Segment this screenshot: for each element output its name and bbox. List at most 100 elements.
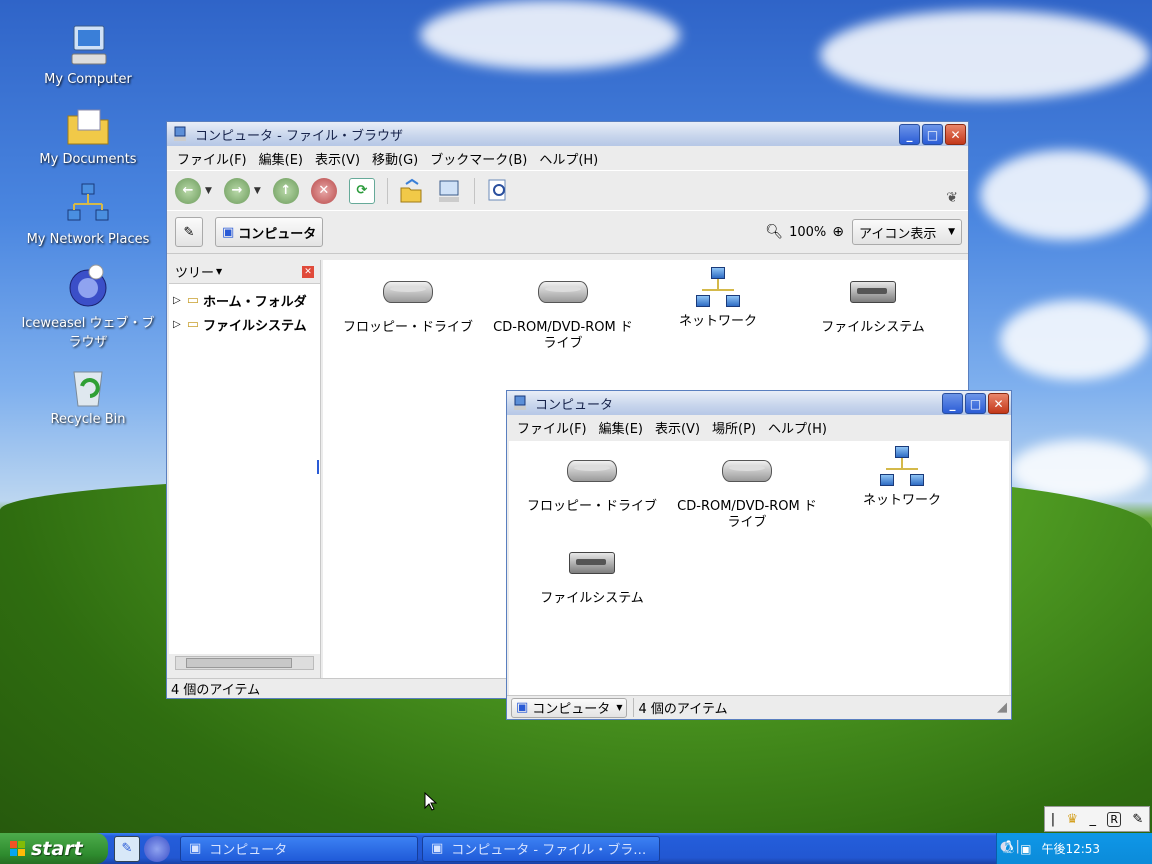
file-item-filesystem[interactable]: ファイルシステム	[517, 541, 667, 607]
registered-icon[interactable]: R	[1107, 811, 1122, 827]
location-label: コンピュータ	[532, 702, 611, 717]
menu-file[interactable]: ファイル(F)	[171, 149, 253, 168]
menu-go[interactable]: 移動(G)	[366, 149, 424, 168]
windows-logo-icon	[10, 841, 25, 856]
toolbar-separator	[473, 177, 475, 204]
zoom-out-icon[interactable]: 🔍︎	[765, 224, 783, 240]
file-item-cdrom[interactable]: CD-ROM/DVD-ROM ドライブ	[488, 270, 638, 352]
sidebar-close-icon[interactable]: ✕	[302, 265, 314, 278]
computer-small-icon	[514, 395, 526, 410]
menu-edit[interactable]: 編集(E)	[253, 149, 309, 168]
chevron-down-icon[interactable]: ▼	[216, 267, 222, 276]
desktop-icon-iceweasel[interactable]: Iceweasel ウェブ・ブラウザ	[18, 262, 158, 350]
home-folder-icon: ▭	[186, 292, 199, 308]
forward-button[interactable]: →	[223, 177, 250, 204]
window-titlebar[interactable]: コンピュータ - ファイル・ブラウザ _ □ ✕	[167, 122, 968, 146]
menu-help[interactable]: ヘルプ(H)	[533, 149, 604, 168]
location-computer-button[interactable]: ▣ コンピュータ	[215, 217, 324, 247]
minimize-button[interactable]: _	[899, 124, 920, 145]
cdrom-drive-icon	[722, 460, 772, 482]
taskbar: start ✎ ▣ コンピュータ ▣ コンピュータ - ファイル・ブラ… 🐧︎ …	[0, 833, 1152, 864]
start-label: start	[31, 837, 83, 860]
quicklaunch-editor-icon[interactable]: ✎	[114, 835, 140, 862]
zoom-in-icon[interactable]: ⊕	[832, 224, 844, 240]
file-item-network[interactable]: ネットワーク	[827, 443, 977, 509]
file-item-label: ファイルシステム	[540, 591, 644, 606]
desktop-icon-my-network-places[interactable]: My Network Places	[18, 182, 158, 247]
search-button[interactable]	[485, 178, 511, 204]
toggle-location-entry-button[interactable]: ✎	[175, 217, 203, 247]
menu-edit[interactable]: 編集(E)	[593, 418, 649, 437]
resize-handle[interactable]	[317, 460, 319, 474]
location-bar: ✎ ▣ コンピュータ 🔍︎ 100% ⊕ アイコン表示 ▼	[167, 210, 968, 254]
start-button[interactable]: start	[0, 833, 108, 864]
zoom-level[interactable]: 100%	[789, 225, 826, 240]
task-file-browser[interactable]: ▣ コンピュータ - ファイル・ブラ…	[422, 835, 660, 862]
desktop-icon-my-computer[interactable]: My Computer	[18, 22, 158, 87]
minimize-icon[interactable]: _	[1089, 812, 1096, 827]
task-computer[interactable]: ▣ コンピュータ	[180, 835, 418, 862]
view-mode-select[interactable]: アイコン表示 ▼	[852, 219, 962, 245]
spatial-window: コンピュータ _ □ ✕ ファイル(F) 編集(E) 表示(V) 場所(P) ヘ…	[506, 390, 1012, 720]
expander-icon[interactable]: ▷	[173, 319, 181, 330]
menu-file[interactable]: ファイル(F)	[511, 418, 593, 437]
desktop-icon-recycle-bin[interactable]: Recycle Bin	[18, 362, 158, 427]
file-item-network[interactable]: ネットワーク	[643, 264, 793, 330]
tray-panel: | ♛ _ R ✎	[1044, 806, 1150, 832]
forward-dropdown-icon[interactable]: ▼	[254, 186, 261, 196]
sidebar-mode-select[interactable]: ツリー	[175, 262, 214, 281]
location-select[interactable]: ▣ コンピュータ ▼	[511, 697, 628, 718]
desktop-icon-label: My Computer	[44, 72, 132, 87]
back-button[interactable]: ←	[175, 177, 201, 204]
gnome-foot-icon: ❦	[946, 190, 958, 206]
menu-places[interactable]: 場所(P)	[706, 418, 762, 437]
folder-icon: ▭	[186, 316, 199, 332]
file-item-cdrom[interactable]: CD-ROM/DVD-ROM ドライブ	[672, 449, 822, 531]
expander-icon[interactable]: ▷	[173, 295, 181, 306]
home-button[interactable]	[398, 178, 424, 204]
tree-item-filesystem[interactable]: ▷ ▭ ファイルシステム	[169, 312, 320, 336]
maximize-button[interactable]: □	[965, 393, 986, 414]
network-tray-icon[interactable]: ▣	[1020, 842, 1031, 856]
crown-icon[interactable]: ♛	[1066, 812, 1078, 827]
status-text: 4 個のアイテム	[633, 698, 728, 717]
resize-grip-icon[interactable]: ◢	[997, 700, 1007, 715]
mouse-cursor-icon	[424, 792, 438, 811]
tree-item-label: ファイルシステム	[203, 318, 307, 334]
maximize-button[interactable]: □	[922, 124, 943, 145]
close-button[interactable]: ✕	[945, 124, 966, 145]
file-item-floppy[interactable]: フロッピー・ドライブ	[333, 270, 483, 336]
quicklaunch-browser-icon[interactable]	[144, 835, 170, 862]
minimize-button[interactable]: _	[942, 393, 963, 414]
computer-small-icon: ▣	[189, 841, 202, 856]
menu-bookmarks[interactable]: ブックマーク(B)	[424, 149, 533, 168]
back-dropdown-icon[interactable]: ▼	[205, 186, 212, 196]
file-item-filesystem[interactable]: ファイルシステム	[798, 270, 948, 336]
menubar: ファイル(F) 編集(E) 表示(V) 移動(G) ブックマーク(B) ヘルプ(…	[167, 146, 968, 170]
up-arrow-icon: ↑	[280, 183, 292, 198]
file-item-floppy[interactable]: フロッピー・ドライブ	[517, 449, 667, 515]
desktop-icon-my-documents[interactable]: My Documents	[18, 102, 158, 167]
clock[interactable]: 午後12:53	[1041, 840, 1100, 857]
horizontal-scrollbar[interactable]	[175, 656, 314, 670]
menu-help[interactable]: ヘルプ(H)	[762, 418, 833, 437]
chevron-down-icon: ▼	[948, 227, 955, 237]
reload-button[interactable]: ⟳	[348, 177, 375, 204]
file-item-label: フロッピー・ドライブ	[526, 499, 657, 514]
edit-icon[interactable]: ✎	[1132, 812, 1143, 827]
window-titlebar[interactable]: コンピュータ _ □ ✕	[507, 391, 1011, 415]
computer-small-icon: ▣	[516, 700, 529, 715]
floppy-drive-icon	[567, 460, 617, 482]
recycle-bin-icon	[64, 362, 112, 410]
stop-button[interactable]: ✕	[310, 177, 337, 204]
menu-view[interactable]: 表示(V)	[649, 418, 706, 437]
computer-button[interactable]	[436, 178, 462, 204]
chevron-down-icon: ▼	[616, 703, 623, 712]
tree-item-home[interactable]: ▷ ▭ ホーム・フォルダ	[169, 288, 320, 312]
menu-view[interactable]: 表示(V)	[309, 149, 366, 168]
scrollbar-thumb[interactable]	[186, 658, 292, 668]
up-button[interactable]: ↑	[272, 177, 299, 204]
computer-small-icon: ▣	[431, 841, 444, 856]
task-label: コンピュータ	[209, 843, 288, 858]
close-button[interactable]: ✕	[988, 393, 1009, 414]
